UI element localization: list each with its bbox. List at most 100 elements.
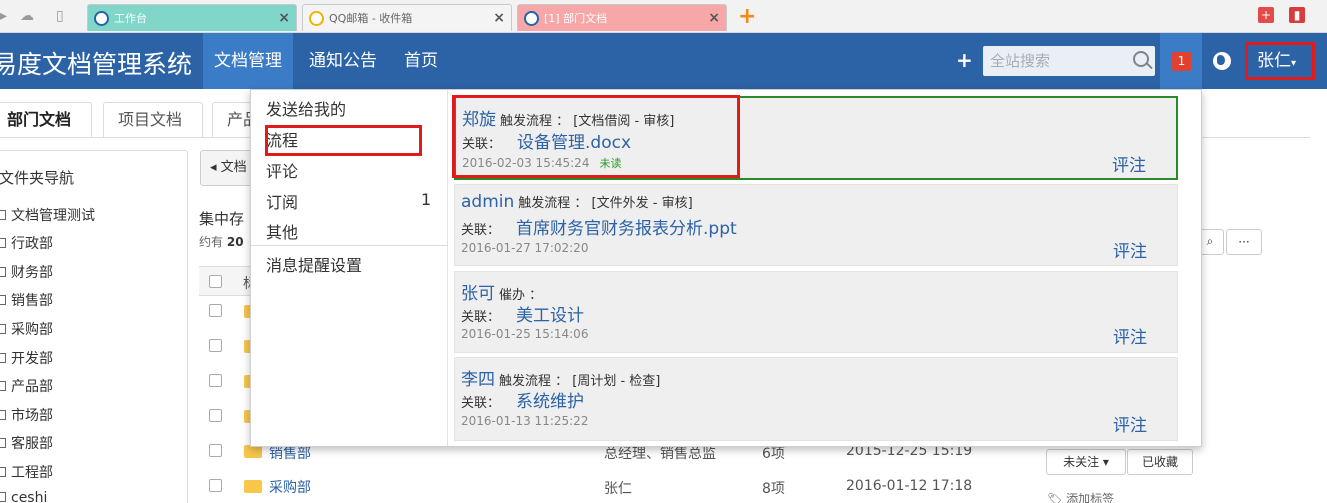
row-checkbox[interactable]	[209, 479, 222, 492]
tab-department-docs[interactable]: 部门文档	[0, 102, 92, 138]
folder-item[interactable]: 市场部	[0, 405, 53, 425]
browser-tab-department-docs[interactable]: [1] 部门文档 ×	[517, 4, 727, 31]
message-relation: 关联： 美工设计	[461, 301, 584, 326]
add-button[interactable]: +	[956, 48, 973, 72]
row-checkbox[interactable]	[209, 374, 222, 387]
tag-icon: 🏷	[1047, 492, 1063, 503]
folder-icon	[244, 480, 262, 493]
relation-label: 关联：	[461, 310, 501, 325]
row-name[interactable]: 采购部	[269, 477, 311, 497]
folder-icon	[0, 410, 6, 420]
follow-button[interactable]: 未关注 ▾	[1046, 449, 1126, 475]
comment-link[interactable]: 评注	[1113, 323, 1147, 348]
close-tab-icon[interactable]: ×	[493, 5, 505, 31]
message-card[interactable]: 张可 催办 ： 关联： 美工设计 2016-01-25 15:14:06 评注	[454, 271, 1178, 353]
folder-label: 行政部	[11, 236, 53, 252]
folder-icon	[0, 295, 6, 305]
related-doc-link[interactable]: 美工设计	[516, 306, 584, 326]
count-value: 20	[226, 235, 244, 249]
browser-tab-qqmail[interactable]: QQ邮箱 - 收件箱 ×	[302, 4, 512, 31]
tab-label: [1] 部门文档	[544, 12, 608, 25]
search-input[interactable]	[983, 46, 1123, 76]
folder-icon	[0, 492, 6, 502]
folder-label: 市场部	[11, 408, 53, 424]
add-tag-label: 添加标签	[1066, 492, 1115, 503]
chevron-down-icon: ▾	[1291, 58, 1297, 69]
row-checkbox[interactable]	[209, 339, 222, 352]
comment-link[interactable]: 评注	[1113, 411, 1147, 436]
row-owner: 张仁	[604, 481, 632, 497]
nav-document-management[interactable]: 文档管理	[203, 33, 293, 89]
highlight-box	[452, 95, 740, 178]
trash-icon[interactable]: ▮	[1289, 7, 1305, 23]
folder-item[interactable]: 开发部	[0, 348, 53, 368]
folder-nav-panel: 文件夹导航 文档管理测试 行政部 财务部 销售部 采购部 开发部 产品部 市场部…	[0, 150, 188, 503]
search-icon[interactable]	[1133, 51, 1149, 67]
arrow-icon[interactable]: ▸	[0, 8, 7, 24]
tab-label: 工作台	[114, 12, 147, 25]
message-date: 2016-01-27 17:02:20	[461, 241, 588, 255]
menu-item-subscriptions[interactable]: 订阅	[266, 189, 298, 213]
close-tab-icon[interactable]: ×	[278, 5, 290, 31]
folder-label: 产品部	[11, 379, 53, 395]
related-doc-link[interactable]: 系统维护	[516, 392, 584, 412]
notification-category-menu: 发送给我的 流程 评论 订阅 1 其他 消息提醒设置	[251, 90, 448, 446]
menu-item-comments[interactable]: 评论	[266, 158, 298, 182]
close-tab-icon[interactable]: ×	[708, 5, 720, 31]
nav-home[interactable]: 首页	[393, 33, 449, 89]
message-relation: 关联： 首席财务官财务报表分析.ppt	[461, 214, 737, 239]
app-header: 易度文档管理系统 文档管理 通知公告 首页 + 1 张仁▾	[0, 33, 1327, 89]
row-checkbox[interactable]	[209, 304, 222, 317]
globe-icon[interactable]	[1213, 52, 1231, 70]
add-tag-link[interactable]: 🏷 添加标签	[1047, 490, 1114, 503]
folder-item[interactable]: 客服部	[0, 433, 53, 453]
new-tab-button[interactable]: +	[738, 4, 756, 29]
menu-item-other[interactable]: 其他	[266, 219, 298, 243]
user-menu[interactable]: 张仁▾	[1245, 42, 1315, 80]
date-text: 2016-01-13 11:25:22	[461, 414, 589, 428]
menu-item-sent-to-me[interactable]: 发送给我的	[266, 96, 346, 120]
phone-icon[interactable]: ▯	[56, 8, 64, 24]
folder-item[interactable]: 产品部	[0, 376, 53, 396]
tab-project-docs[interactable]: 项目文档	[103, 102, 203, 138]
comment-link[interactable]: 评注	[1112, 151, 1146, 176]
site-favicon-icon	[524, 11, 539, 26]
folder-item[interactable]: 销售部	[0, 290, 53, 310]
folder-label: 销售部	[11, 293, 53, 309]
more-button[interactable]: ···	[1226, 229, 1262, 255]
folder-label: 采购部	[11, 322, 53, 338]
folder-label: ceshi	[11, 490, 48, 503]
browser-tab-workbench[interactable]: 工作台 ×	[87, 4, 297, 31]
nav-notices[interactable]: 通知公告	[298, 33, 388, 89]
add-icon[interactable]: +	[1258, 7, 1274, 23]
row-items: 8项	[762, 481, 785, 497]
folder-item[interactable]: 文档管理测试	[0, 205, 95, 225]
notification-settings-link[interactable]: 消息提醒设置	[266, 252, 362, 276]
folder-item[interactable]: 采购部	[0, 319, 53, 339]
folder-item[interactable]: 工程部	[0, 462, 53, 482]
cloud-icon[interactable]: ☁	[20, 8, 34, 24]
folder-icon	[0, 267, 6, 277]
row-checkbox[interactable]	[209, 444, 222, 457]
back-button[interactable]: ◂ 文档	[200, 150, 255, 186]
folder-item[interactable]: 行政部	[0, 233, 53, 253]
folder-nav-title: 文件夹导航	[0, 169, 75, 187]
message-date: 2016-01-13 11:25:22	[461, 414, 588, 428]
comment-link[interactable]: 评注	[1113, 237, 1147, 262]
notification-badge: 1	[1172, 52, 1191, 71]
row-checkbox[interactable]	[209, 409, 222, 422]
folder-icon	[0, 467, 6, 477]
folder-item[interactable]: ceshi	[0, 490, 47, 503]
favorite-button[interactable]: 已收藏	[1127, 449, 1193, 475]
related-doc-link[interactable]: 首席财务官财务报表分析.ppt	[516, 219, 737, 239]
select-all-checkbox[interactable]	[209, 275, 222, 288]
folder-item[interactable]: 财务部	[0, 262, 53, 282]
folder-label: 工程部	[11, 465, 53, 481]
message-card[interactable]: 李四 触发流程 ： [周计划 - 检查] 关联： 系统维护 2016-01-13 1…	[454, 357, 1178, 441]
folder-label: 客服部	[11, 436, 53, 452]
sender-link[interactable]: admin	[461, 192, 514, 212]
app-title: 易度文档管理系统	[0, 50, 193, 79]
message-card[interactable]: admin 触发流程 ： [文件外发 - 审核] 关联： 首席财务官财务报表分析.p…	[454, 184, 1178, 266]
count-prefix: 约有	[199, 235, 224, 249]
notification-button[interactable]: 1	[1160, 33, 1202, 89]
